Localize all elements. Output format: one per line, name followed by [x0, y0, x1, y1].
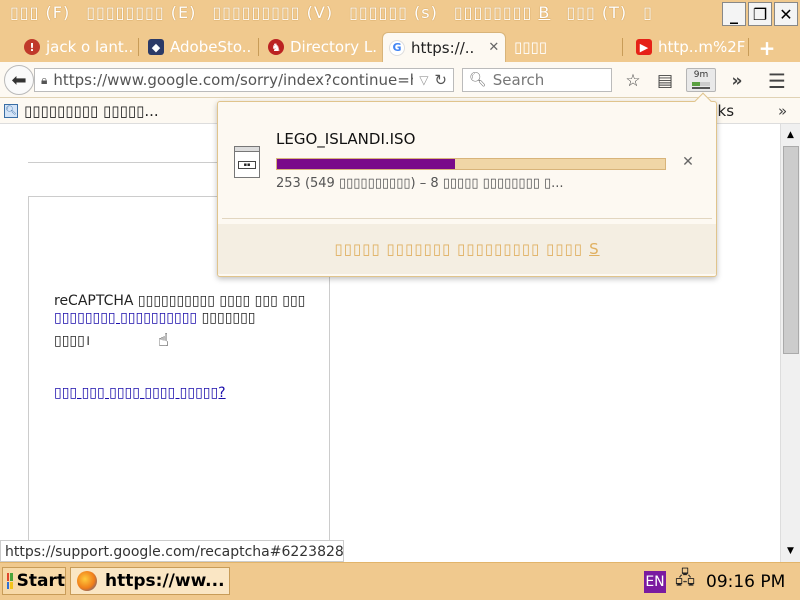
clock: 09:16 PM — [706, 572, 786, 592]
start-button[interactable]: Start — [2, 567, 66, 595]
tab-close-icon[interactable]: ✕ — [488, 40, 499, 55]
bookmark-item[interactable]: 🔍︎ ▯▯▯▯▯▯▯▯▯ ▯▯▯▯▯... — [4, 102, 159, 120]
youtube-icon: ▶ — [636, 39, 652, 55]
bookmarks-overflow-icon[interactable]: » — [778, 102, 787, 120]
tab-label: https://.. — [411, 38, 475, 57]
search-icon: 🔍︎ — [469, 72, 487, 88]
tab-separator — [138, 38, 139, 56]
file-icon: ▪▪ — [234, 146, 260, 178]
recaptcha-help-link[interactable]: ▯▯▯ ▯▯▯ ▯▯▯▯ ▯▯▯▯ ▯▯▯▯▯? — [54, 385, 274, 402]
menu-help[interactable]: ▯ — [635, 3, 661, 22]
download-filename: LEGO_ISLANDI.ISO — [276, 130, 416, 148]
taskbar-firefox-window[interactable]: https://ww... — [70, 567, 230, 595]
back-button[interactable]: ⬅ — [4, 65, 34, 95]
tab-favicon-shield-icon: ! — [24, 39, 40, 55]
divider — [222, 218, 712, 219]
download-mini-progress — [692, 82, 710, 86]
windows-logo-icon — [7, 573, 13, 589]
tab-label: jack o lant.. — [46, 38, 134, 56]
tab-label: http..m%2F — [658, 38, 746, 56]
url-bar[interactable]: 🔒︎ https://www.google.com/sorry/index?co… — [34, 68, 454, 92]
download-panel: ▪▪ LEGO_ISLANDI.ISO 253 (549 ▯▯▯▯▯▯▯▯▯▯)… — [217, 92, 717, 277]
recaptcha-message: reCAPTCHA ▯▯▯▯▯▯▯▯▯▯ ▯▯▯▯ ▯▯▯ ▯▯▯ ▯▯▯▯▯▯… — [54, 293, 306, 349]
download-item[interactable]: ▪▪ LEGO_ISLANDI.ISO 253 (549 ▯▯▯▯▯▯▯▯▯▯)… — [218, 102, 716, 218]
new-tab-button[interactable]: + — [756, 36, 778, 60]
bookmark-label: ▯▯▯▯▯▯▯▯▯ ▯▯▯▯▯... — [24, 102, 159, 120]
scroll-up-icon[interactable]: ▲ — [781, 126, 800, 144]
tab-label: Directory L.. — [290, 38, 378, 56]
vertical-scrollbar[interactable]: ▲ ▼ — [780, 124, 800, 562]
tab-google-active[interactable]: G https://.. ✕ — [382, 32, 506, 62]
menu-tools[interactable]: ▯▯▯ (T) — [558, 3, 635, 22]
tab-label: ▯▯▯▯ — [514, 38, 548, 56]
reader-list-icon[interactable]: ▤ — [654, 70, 676, 92]
language-indicator[interactable]: EN — [644, 571, 666, 593]
bookmark-search-icon: 🔍︎ — [4, 104, 18, 118]
menu-bar: ▯▯▯ (F) ▯▯▯▯▯▯▯▯ (E) ▯▯▯▯▯▯▯▯▯ (V) ▯▯▯▯▯… — [0, 0, 800, 28]
lock-icon: 🔒︎ — [41, 72, 48, 87]
hand-cursor-icon: ☝︎ — [158, 330, 169, 351]
menu-edit[interactable]: ▯▯▯▯▯▯▯▯ (E) — [78, 3, 204, 22]
download-eta: 9m — [693, 70, 709, 80]
chevron-down-icon[interactable]: ▽ — [419, 73, 428, 87]
scroll-down-icon[interactable]: ▼ — [781, 542, 800, 560]
search-input[interactable]: 🔍︎ Search — [462, 68, 612, 92]
firefox-icon — [77, 571, 97, 591]
tab-separator — [258, 38, 259, 56]
status-url-tooltip: https://support.google.com/recaptcha#622… — [0, 540, 344, 562]
download-tray-icon — [692, 87, 710, 89]
download-progress-bar — [276, 158, 666, 170]
arrow-left-icon: ⬅ — [11, 69, 27, 91]
close-window-button[interactable]: ✕ — [774, 2, 798, 26]
tab-untitled[interactable]: ▯▯▯▯ — [508, 32, 608, 62]
recaptcha-terms-link[interactable]: ▯▯▯▯▯▯▯▯ ▯▯▯▯▯▯▯▯▯▯ — [54, 310, 197, 326]
cancel-download-icon[interactable]: ✕ — [680, 154, 696, 170]
downloads-button[interactable]: 9m — [686, 68, 716, 92]
nav-bar: ⬅ 🔒︎ https://www.google.com/sorry/index?… — [0, 62, 800, 98]
google-icon: G — [389, 39, 405, 56]
reload-icon[interactable]: ↻ — [434, 71, 447, 89]
menu-history[interactable]: ▯▯▯▯▯▯ (s) — [341, 3, 446, 22]
url-text: https://www.google.com/sorry/index?conti… — [53, 71, 414, 89]
menu-file[interactable]: ▯▯▯ (F) — [2, 3, 78, 22]
download-status: 253 (549 ▯▯▯▯▯▯▯▯▯▯) – 8 ▯▯▯▯▯ ▯▯▯▯▯▯▯▯ … — [276, 176, 564, 191]
network-tray-icon[interactable]: 🖧 — [672, 568, 698, 593]
search-placeholder: Search — [492, 71, 545, 89]
menu-bookmarks[interactable]: ▯▯▯▯▯▯▯▯ B — [446, 3, 559, 22]
scroll-thumb[interactable] — [783, 146, 799, 354]
tab-strip: ! jack o lant.. ◆ AdobeSto.. ♞ Directory… — [0, 28, 800, 62]
restore-button[interactable]: ❐ — [748, 2, 772, 26]
tab-favicon-flame-icon: ♞ — [268, 39, 284, 55]
menu-view[interactable]: ▯▯▯▯▯▯▯▯▯ (V) — [204, 3, 341, 22]
tab-favicon-badge-icon: ◆ — [148, 39, 164, 55]
show-all-downloads-button[interactable]: ▯▯▯▯▯ ▯▯▯▯▯▯▯ ▯▯▯▯▯▯▯▯▯ ▯▯▯▯ S — [218, 224, 716, 274]
tab-label: AdobeSto.. — [170, 38, 252, 56]
tab-directory[interactable]: ♞ Directory L.. — [262, 32, 378, 62]
bookmark-star-icon[interactable]: ☆ — [622, 70, 644, 92]
tab-youtube[interactable]: ▶ http..m%2F — [630, 32, 746, 62]
overflow-chevron-icon[interactable]: » — [726, 70, 748, 92]
tab-adobestock[interactable]: ◆ AdobeSto.. — [142, 32, 254, 62]
tab-jack-o-lantern[interactable]: ! jack o lant.. — [18, 32, 136, 62]
hamburger-menu-icon[interactable]: ☰ — [766, 69, 788, 93]
tab-separator — [622, 38, 623, 56]
minimize-button[interactable]: _ — [722, 2, 746, 26]
taskbar: Start https://ww... EN 🖧 09:16 PM — [0, 562, 800, 600]
tab-separator — [748, 38, 749, 56]
